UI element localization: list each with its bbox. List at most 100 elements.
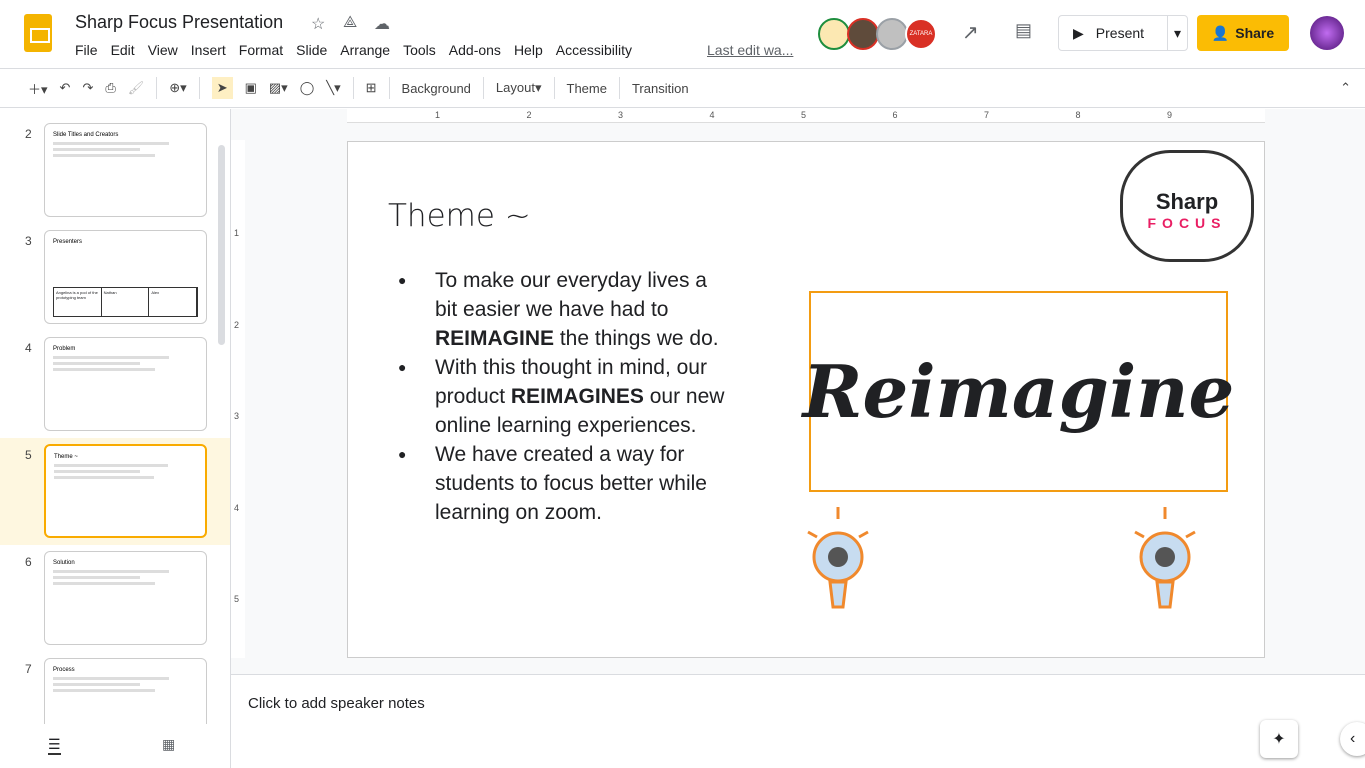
paint-format-icon[interactable]: 🖌 — [128, 80, 145, 96]
slide-number: 5 — [25, 448, 32, 462]
thumbnail-title: Problem — [53, 346, 76, 352]
thumbnail-preview: Process — [44, 658, 207, 724]
menu-slide[interactable]: Slide — [296, 42, 327, 58]
move-icon[interactable]: ⟁ — [343, 14, 357, 32]
star-icon[interactable]: ☆ — [311, 14, 325, 34]
speaker-notes-placeholder[interactable]: Click to add speaker notes — [248, 695, 425, 712]
menu-arrange[interactable]: Arrange — [340, 42, 390, 58]
bullet-item: With this thought in mind, our product R… — [398, 353, 728, 440]
menu-accessibility[interactable]: Accessibility — [556, 42, 632, 58]
slide-thumbnail-6[interactable]: 6 Solution — [0, 545, 230, 652]
toolbar: ＋▾ ↶ ↷ ⎙ 🖌 ⊕▾ ➤ ▣ ▨▾ ◯ ╲▾ ⊞ Background L… — [0, 68, 1365, 108]
redo-icon[interactable]: ↷ — [82, 80, 93, 96]
document-title[interactable]: Sharp Focus Presentation — [75, 12, 283, 33]
menu-view[interactable]: View — [148, 42, 178, 58]
line-icon[interactable]: ╲▾ — [326, 80, 340, 96]
menu-bar: File Edit View Insert Format Slide Arrange Tool… — [75, 42, 632, 58]
thumbnail-title: Solution — [53, 560, 75, 566]
ruler-tick: 2 — [234, 319, 240, 330]
grid-view-icon[interactable]: ▦ — [162, 736, 175, 753]
comments-icon[interactable]: ▤ — [1015, 20, 1032, 41]
thumbnail-table-cell: Nathan — [102, 288, 150, 316]
vertical-ruler[interactable]: 1 2 3 4 5 — [231, 140, 245, 658]
menu-insert[interactable]: Insert — [191, 42, 226, 58]
avatar[interactable] — [818, 18, 850, 50]
undo-icon[interactable]: ↶ — [60, 80, 71, 96]
slide-number: 4 — [25, 341, 32, 355]
present-button[interactable]: ▶ Present ▾ — [1058, 15, 1188, 51]
activity-icon[interactable]: ↗ — [962, 20, 979, 45]
filmstrip-scrollbar[interactable] — [218, 145, 225, 345]
speaker-notes[interactable] — [231, 674, 1365, 768]
divider — [482, 77, 484, 99]
thumbnail-table-cell: Angelina is a pod of the prototyping tea… — [54, 288, 102, 316]
person-add-icon: 👤 — [1211, 24, 1230, 41]
select-icon[interactable]: ➤ — [211, 77, 233, 99]
ruler-tick: 1 — [435, 110, 441, 120]
slide-thumbnail-4[interactable]: 4 Problem — [0, 331, 230, 438]
image-icon[interactable]: ▨▾ — [269, 80, 288, 96]
ruler-tick: 7 — [984, 110, 990, 120]
menu-file[interactable]: File — [75, 42, 98, 58]
thumbnail-title: Process — [53, 667, 75, 673]
divider — [198, 77, 200, 99]
zoom-icon[interactable]: ⊕▾ — [169, 80, 186, 96]
new-slide-icon[interactable]: ＋▾ — [28, 79, 48, 98]
horizontal-ruler[interactable]: 1 2 3 4 5 6 7 8 9 — [347, 109, 1265, 123]
divider — [352, 77, 354, 99]
slide-thumbnail-7[interactable]: 7 Process — [0, 652, 230, 724]
slide-thumbnail-2[interactable]: 2 Slide Titles and Creators — [0, 117, 230, 224]
slide-title[interactable]: Theme ~ — [388, 198, 531, 234]
slide-body[interactable]: To make our everyday lives a bit easier … — [398, 266, 728, 527]
present-icon: ▶ — [1073, 24, 1084, 41]
shape-icon[interactable]: ◯ — [300, 80, 315, 96]
slides-logo[interactable] — [24, 14, 52, 52]
account-avatar[interactable] — [1310, 16, 1344, 50]
filmstrip: 2 Slide Titles and Creators 3 Presenters Ang… — [0, 109, 231, 724]
menu-add-ons[interactable]: Add-ons — [449, 42, 501, 58]
background-button[interactable]: Background — [402, 81, 471, 96]
menu-help[interactable]: Help — [514, 42, 543, 58]
cloud-saved-icon[interactable]: ☁ — [374, 14, 390, 34]
chevron-left-icon: ‹ — [1350, 730, 1356, 747]
sharp-focus-logo[interactable]: Sharp FOCUS — [1120, 150, 1254, 262]
transition-button[interactable]: Transition — [632, 81, 689, 96]
slide-number: 2 — [25, 127, 32, 141]
theme-button[interactable]: Theme — [567, 81, 607, 96]
slide-thumbnail-5[interactable]: 5 Theme ~ — [0, 438, 230, 545]
thumbnail-preview: Presenters Angelina is a pod of the proto… — [44, 230, 207, 324]
menu-tools[interactable]: Tools — [403, 42, 436, 58]
avatar[interactable]: ZATARA — [905, 18, 937, 50]
lightbulb-image[interactable] — [803, 507, 873, 627]
menu-format[interactable]: Format — [239, 42, 283, 58]
filmstrip-view-icon[interactable]: ☰ — [48, 736, 61, 755]
ruler-tick: 6 — [892, 110, 898, 120]
share-button[interactable]: 👤 Share — [1197, 15, 1289, 51]
slide-canvas[interactable]: Theme ~ To make our everyday lives a bit… — [347, 141, 1265, 658]
text-box-icon[interactable]: ▣ — [245, 80, 257, 96]
lightbulb-image[interactable] — [1130, 507, 1200, 627]
comment-add-icon[interactable]: ⊞ — [366, 80, 377, 96]
print-icon[interactable]: ⎙ — [105, 80, 115, 96]
slide-number: 3 — [25, 234, 32, 248]
avatar[interactable] — [847, 18, 879, 50]
menu-edit[interactable]: Edit — [111, 42, 135, 58]
thumbnail-title: Slide Titles and Creators — [53, 132, 119, 138]
ruler-tick: 2 — [526, 110, 532, 120]
avatar[interactable] — [876, 18, 908, 50]
view-toggle: ☰ ▦ — [0, 724, 231, 768]
explore-button[interactable]: ✦ — [1260, 720, 1298, 758]
reimagine-image[interactable]: Reimagine — [803, 291, 1234, 492]
thumbnail-preview: Problem — [44, 337, 207, 431]
last-edit-link[interactable]: Last edit wa... — [707, 42, 793, 58]
ruler-tick: 3 — [234, 411, 240, 421]
ruler-tick: 5 — [801, 110, 807, 120]
collapse-icon[interactable]: ⌃ — [1340, 80, 1351, 96]
layout-button[interactable]: Layout▾ — [496, 80, 542, 96]
thumbnail-preview: Theme ~ — [44, 444, 207, 538]
slide-thumbnail-3[interactable]: 3 Presenters Angelina is a pod of the prot… — [0, 224, 230, 331]
divider — [618, 77, 620, 99]
slide-number: 7 — [25, 662, 32, 676]
chevron-down-icon[interactable]: ▾ — [1166, 16, 1187, 50]
ruler-tick: 4 — [234, 502, 240, 513]
